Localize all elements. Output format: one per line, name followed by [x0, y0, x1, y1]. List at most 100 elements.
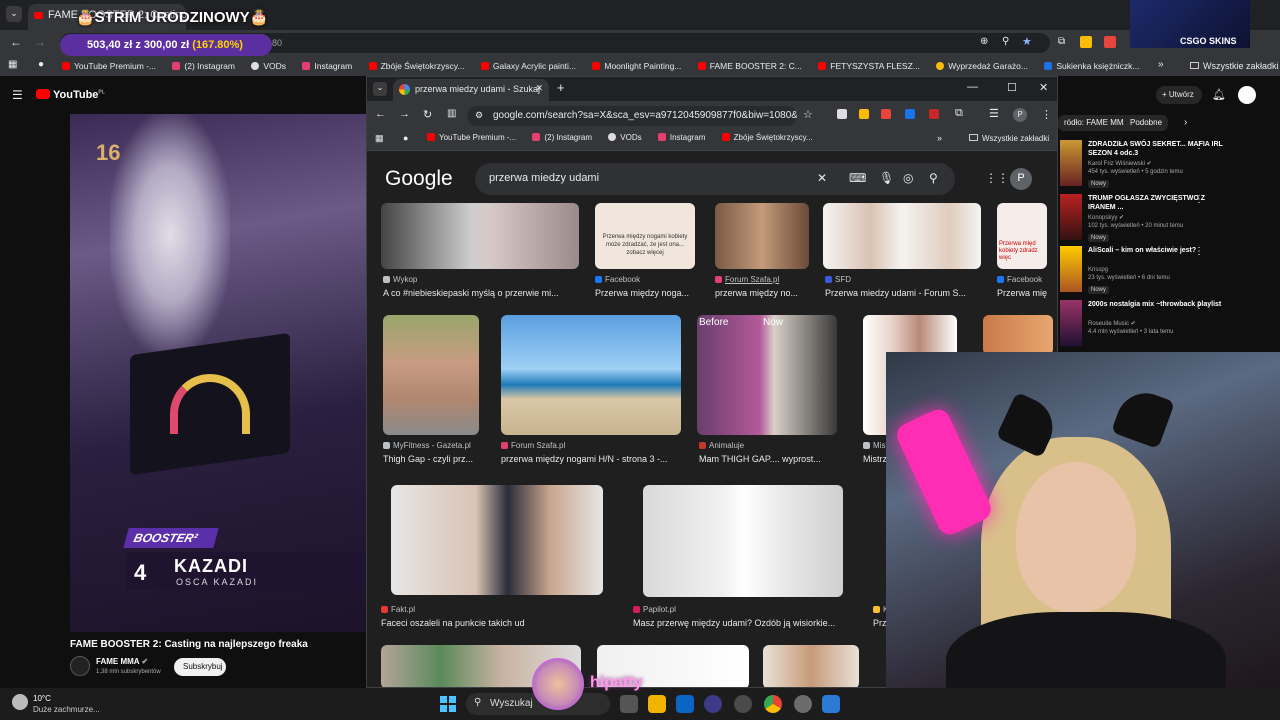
tab-search-icon[interactable]: ⌄: [6, 6, 22, 22]
inner-address-bar[interactable]: ⚙ google.com/search?sa=X&sca_esv=a971204…: [467, 106, 797, 126]
weather-temperature[interactable]: 10°C: [33, 694, 51, 703]
file-explorer-icon[interactable]: [648, 695, 666, 713]
hamburger-menu-icon[interactable]: ☰: [12, 88, 23, 102]
result-source[interactable]: Fakt.pl: [381, 605, 415, 614]
suggestion-item[interactable]: 2000s nostalgia mix ~throwback playlist …: [1060, 300, 1274, 350]
chip-related[interactable]: Podobne: [1124, 115, 1169, 131]
zoom-icon[interactable]: ⊕: [980, 36, 988, 47]
result-source[interactable]: Facebook: [595, 275, 640, 284]
back-arrow-icon[interactable]: ←: [375, 108, 386, 120]
all-bookmarks-link[interactable]: Wszystkie zakładki: [969, 134, 1049, 143]
forward-arrow-icon[interactable]: →: [399, 108, 410, 120]
result-caption[interactable]: przerwa między nogami H/N - strona 3 -..…: [501, 454, 685, 464]
result-source[interactable]: Wykop: [383, 275, 417, 284]
notepad-icon[interactable]: [822, 695, 840, 713]
apps-grid-icon[interactable]: ▦: [375, 133, 384, 144]
bookmark-instagram-2[interactable]: (2) Instagram: [172, 61, 235, 71]
result-source[interactable]: MyFitness - Gazeta.pl: [383, 441, 471, 450]
more-bookmarks-icon[interactable]: »: [937, 133, 942, 143]
chrome-menu-icon[interactable]: ⋮: [1041, 108, 1052, 121]
bookmark-moonlight[interactable]: Moonlight Painting...: [592, 61, 681, 71]
extension-red-icon[interactable]: [929, 109, 939, 119]
google-profile-avatar[interactable]: P: [1010, 168, 1032, 190]
lens-camera-icon[interactable]: ◎: [903, 171, 913, 185]
sidebar-icon[interactable]: ☰: [989, 107, 999, 120]
result-caption[interactable]: Mam THIGH GAP.... wyprost...: [699, 454, 835, 464]
account-avatar[interactable]: [1238, 86, 1256, 104]
extension-g-icon[interactable]: [1104, 36, 1116, 48]
extension-l-icon[interactable]: [1080, 36, 1092, 48]
puzzle-extensions-icon[interactable]: ⧉: [955, 107, 963, 120]
github-icon[interactable]: ●: [403, 133, 408, 143]
result-caption[interactable]: Przerwa między noga...: [595, 288, 701, 298]
bookmark-fetyszysta[interactable]: FETYSZYSTA FLESZ...: [818, 61, 920, 71]
minimize-icon[interactable]: —: [967, 81, 978, 93]
apps-grid-icon[interactable]: ▦: [8, 59, 17, 70]
result-caption[interactable]: Masz przerwę między udami? Ozdób ją wisi…: [633, 618, 855, 628]
result-source[interactable]: Forum Szafa.pl: [715, 275, 779, 284]
extension-icon[interactable]: [837, 109, 847, 119]
channel-avatar[interactable]: [70, 656, 90, 676]
forward-arrow-icon[interactable]: →: [34, 35, 46, 49]
extension-icon[interactable]: ⧉: [1058, 36, 1065, 47]
weather-description[interactable]: Duże zachmurze...: [33, 705, 100, 714]
result-source[interactable]: SFD: [825, 275, 851, 284]
app-icon[interactable]: [734, 695, 752, 713]
result-caption[interactable]: Przerwa mię: [997, 288, 1049, 298]
bell-icon[interactable]: 🔔︎: [1212, 88, 1226, 101]
keyboard-icon[interactable]: ⌨: [849, 171, 866, 185]
obs-icon[interactable]: [704, 695, 722, 713]
extension-g-icon[interactable]: [881, 109, 891, 119]
result-caption[interactable]: Thigh Gap - czyli prz...: [383, 454, 483, 464]
task-view-icon[interactable]: [620, 695, 638, 713]
more-options-icon[interactable]: ⋮: [1194, 140, 1204, 151]
chevron-right-icon[interactable]: ›: [1184, 117, 1187, 128]
result-source[interactable]: Papilot.pl: [633, 605, 676, 614]
profile-avatar[interactable]: P: [1013, 108, 1027, 122]
result-source[interactable]: Animaluje: [699, 441, 744, 450]
result-caption[interactable]: A co #niebieskiepaski myślą o przerwie m…: [383, 288, 579, 298]
bookmark-zboje[interactable]: Zbóje Świętokrzyscy...: [368, 61, 464, 71]
suggestion-item[interactable]: AliScali – kim on właściwie jest? Krissp…: [1060, 246, 1274, 296]
search-icon[interactable]: ⚲: [929, 171, 938, 185]
back-arrow-icon[interactable]: ←: [10, 35, 22, 49]
reading-mode-icon[interactable]: ▥: [447, 108, 456, 119]
bookmark-instagram[interactable]: Instagram: [302, 61, 352, 71]
close-tab-icon[interactable]: ✕: [535, 83, 543, 94]
windows-start-icon[interactable]: [440, 696, 456, 712]
bookmark-instagram-2[interactable]: (2) Instagram: [532, 133, 592, 142]
reload-icon[interactable]: ↻: [423, 108, 432, 121]
more-options-icon[interactable]: ⋮: [1194, 246, 1204, 257]
github-icon[interactable]: ●: [38, 59, 44, 70]
suggestion-item[interactable]: TRUMP OGŁASZA ZWYCIĘSTWO Z IRANEM ... Ko…: [1060, 194, 1274, 244]
bookmark-youtube-premium[interactable]: YouTube Premium -...: [427, 133, 516, 142]
bookmark-youtube-premium[interactable]: YouTube Premium -...: [62, 61, 156, 71]
result-source[interactable]: Facebook: [997, 275, 1042, 284]
subscribe-button[interactable]: Subskrybuj: [174, 658, 226, 676]
weather-cloud-icon[interactable]: [12, 694, 28, 710]
more-options-icon[interactable]: ⋮: [1194, 300, 1204, 311]
result-caption[interactable]: przerwa między no...: [715, 288, 811, 298]
bookmark-wyprzedaz[interactable]: Wyprzedaż Garażo...: [936, 61, 1028, 71]
all-bookmarks-link[interactable]: Wszystkie zakładki: [1190, 61, 1279, 71]
channel-name[interactable]: FAME MMA ✔: [96, 657, 148, 666]
extension-l-icon[interactable]: [859, 109, 869, 119]
tab-search-icon[interactable]: ⌄: [373, 82, 387, 96]
store-icon[interactable]: [676, 695, 694, 713]
maximize-icon[interactable]: ☐: [1007, 81, 1017, 94]
bookmark-sukienka[interactable]: Sukienka księżniczk...: [1044, 61, 1140, 71]
create-button[interactable]: + Utwórz: [1156, 86, 1202, 104]
result-caption[interactable]: Faceci oszaleli na punkcie takich ud: [381, 618, 611, 628]
site-info-icon[interactable]: ⚙: [475, 110, 483, 121]
extension-blue-icon[interactable]: [905, 109, 915, 119]
settings-gear-icon[interactable]: [794, 695, 812, 713]
google-logo[interactable]: Google: [385, 167, 453, 191]
close-window-icon[interactable]: ✕: [1039, 81, 1048, 94]
bookmark-fame-booster[interactable]: FAME BOOSTER 2: C...: [697, 61, 802, 71]
bookmark-star-icon[interactable]: ☆: [803, 108, 813, 121]
search-icon[interactable]: ⚲: [1002, 36, 1009, 47]
bookmark-star-icon[interactable]: ★: [1022, 35, 1032, 48]
result-caption[interactable]: Przerwa miedzy udami - Forum S...: [825, 288, 985, 298]
google-apps-icon[interactable]: ⋮⋮: [985, 171, 1009, 185]
clear-search-icon[interactable]: ✕: [817, 171, 827, 185]
